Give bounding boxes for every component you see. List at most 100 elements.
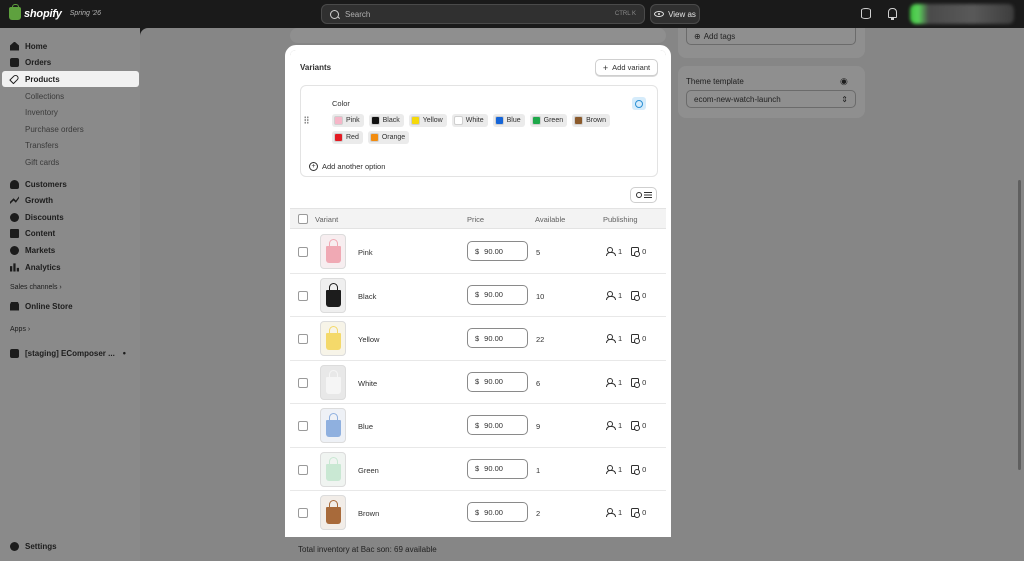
publishing-status[interactable]: 10: [606, 464, 646, 475]
add-tags-field[interactable]: ⊕ Add tags: [686, 28, 856, 45]
available-quantity[interactable]: 2: [536, 509, 540, 518]
option-value-chip[interactable]: Brown: [572, 114, 610, 127]
theme-template-select[interactable]: ecom-new-watch-launch ⇕: [686, 90, 856, 108]
sidebar-item-inventory[interactable]: Inventory: [0, 104, 140, 120]
view-as-button[interactable]: View as: [650, 4, 700, 24]
variant-thumbnail[interactable]: [320, 364, 346, 400]
row-checkbox[interactable]: [298, 334, 308, 344]
variant-thumbnail[interactable]: [320, 277, 346, 313]
option-value-chip[interactable]: Green: [529, 114, 568, 127]
channels-icon: [606, 334, 616, 343]
sales-channels-header[interactable]: Sales channels ›: [10, 284, 62, 291]
select-all-checkbox[interactable]: [298, 214, 308, 224]
sidebar-item-customers[interactable]: Customers: [0, 176, 140, 192]
available-quantity[interactable]: 9: [536, 422, 540, 431]
option-value-chip[interactable]: Red: [332, 131, 363, 144]
variant-thumbnail[interactable]: [320, 321, 346, 356]
sidebar-item-growth[interactable]: Growth: [0, 192, 140, 208]
option-value-chip[interactable]: Pink: [332, 114, 364, 127]
sidebar-item-settings[interactable]: Settings: [0, 538, 140, 554]
sidebar-item-content[interactable]: Content: [0, 225, 140, 241]
publishing-status[interactable]: 10: [606, 508, 646, 518]
sidebar-item-transfers[interactable]: Transfers: [0, 137, 140, 153]
available-quantity[interactable]: 22: [536, 335, 544, 344]
publishing-status[interactable]: 10: [606, 377, 646, 388]
sidebar-item-app[interactable]: [staging] EComposer ... •: [0, 345, 140, 361]
option-value-chip[interactable]: Black: [368, 114, 404, 127]
option-value-chip[interactable]: Blue: [492, 114, 525, 127]
variant-name[interactable]: Yellow: [358, 335, 379, 344]
table-row[interactable]: Yellow $90.00 22 1 0: [290, 317, 666, 361]
drag-handle-icon[interactable]: [304, 116, 309, 124]
option-value-chip[interactable]: White: [451, 114, 488, 127]
table-row[interactable]: White $90.00 6 1 0: [290, 361, 666, 404]
global-search[interactable]: Search CTRL K: [321, 4, 645, 24]
sidebar-item-products[interactable]: Products: [2, 71, 139, 87]
price-input[interactable]: $90.00: [467, 415, 528, 435]
table-row[interactable]: Green $90.00 1 1 0: [290, 448, 666, 491]
sidebar-item-markets[interactable]: Markets: [0, 242, 140, 258]
table-row[interactable]: Blue $90.00 9 1 0: [290, 404, 666, 448]
eye-icon[interactable]: ◉: [840, 76, 848, 87]
price-input[interactable]: $90.00: [467, 328, 528, 348]
publishing-status[interactable]: 10: [606, 334, 646, 344]
price-input[interactable]: $90.00: [467, 241, 528, 261]
available-quantity[interactable]: 6: [536, 379, 540, 388]
price-input[interactable]: $90.00: [467, 502, 528, 522]
price-input[interactable]: $90.00: [467, 458, 528, 479]
growth-icon: [10, 196, 19, 205]
row-checkbox[interactable]: [298, 464, 308, 475]
row-checkbox[interactable]: [298, 377, 308, 388]
sidebar-item-online-store[interactable]: Online Store: [0, 298, 140, 314]
sidebar-item-collections[interactable]: Collections: [0, 88, 140, 104]
sidebar-item-label: Collections: [25, 91, 65, 101]
sidebar-item-orders[interactable]: Orders: [0, 54, 140, 70]
publishing-status[interactable]: 10: [606, 247, 646, 257]
variant-thumbnail[interactable]: [320, 234, 346, 269]
publishing-status[interactable]: 10: [606, 290, 646, 301]
variants-table-header: Variant Price Available Publishing: [290, 208, 666, 229]
available-quantity[interactable]: 10: [536, 292, 544, 301]
shopify-logo[interactable]: shopify Spring '26: [9, 4, 101, 20]
column-available: Available: [535, 215, 566, 224]
variant-name[interactable]: Brown: [358, 509, 379, 518]
add-another-option-button[interactable]: + Add another option: [309, 162, 385, 171]
option-values: Pink Black Yellow White Blue Green Brown Red Ora…: [332, 114, 642, 144]
table-row[interactable]: Black $90.00 10 1 0: [290, 274, 666, 317]
available-quantity[interactable]: 5: [536, 248, 540, 257]
sidebar-item-purchase-orders[interactable]: Purchase orders: [0, 121, 140, 137]
variant-name[interactable]: Blue: [358, 422, 373, 431]
sidebar-item-discounts[interactable]: Discounts: [0, 209, 140, 225]
apps-header[interactable]: Apps ›: [10, 326, 30, 333]
search-icon: [635, 192, 642, 198]
sidebar-item-gift-cards[interactable]: Gift cards: [0, 154, 140, 170]
available-quantity[interactable]: 1: [536, 466, 540, 475]
row-checkbox[interactable]: [298, 421, 308, 431]
variant-name[interactable]: White: [358, 379, 377, 388]
variant-name[interactable]: Pink: [358, 248, 373, 257]
page-scrollbar[interactable]: [1018, 180, 1021, 470]
row-checkbox[interactable]: [298, 508, 308, 518]
price-input[interactable]: $90.00: [467, 371, 528, 392]
variant-name[interactable]: Black: [358, 292, 376, 301]
sidebar-item-analytics[interactable]: Analytics: [0, 259, 140, 275]
option-value-chip[interactable]: Orange: [367, 131, 410, 144]
option-value-chip[interactable]: Yellow: [408, 114, 447, 127]
publishing-status[interactable]: 10: [606, 421, 646, 431]
variant-name[interactable]: Green: [358, 466, 379, 475]
bell-icon[interactable]: [888, 8, 897, 20]
add-variant-button[interactable]: + Add variant: [595, 59, 658, 76]
variant-thumbnail[interactable]: [320, 495, 346, 530]
database-icon[interactable]: [861, 8, 871, 19]
row-checkbox[interactable]: [298, 247, 308, 257]
account-menu[interactable]: [910, 4, 1014, 24]
row-checkbox[interactable]: [298, 290, 308, 301]
sidebar-item-home[interactable]: Home: [0, 38, 140, 54]
variant-thumbnail[interactable]: [320, 408, 346, 443]
variant-thumbnail[interactable]: [320, 451, 346, 487]
search-filter-button[interactable]: [630, 187, 657, 203]
table-row[interactable]: Pink $90.00 5 1 0: [290, 230, 666, 274]
table-row[interactable]: Brown $90.00 2 1 0: [290, 491, 666, 532]
price-input[interactable]: $90.00: [467, 284, 528, 305]
database-icon[interactable]: [632, 97, 646, 110]
